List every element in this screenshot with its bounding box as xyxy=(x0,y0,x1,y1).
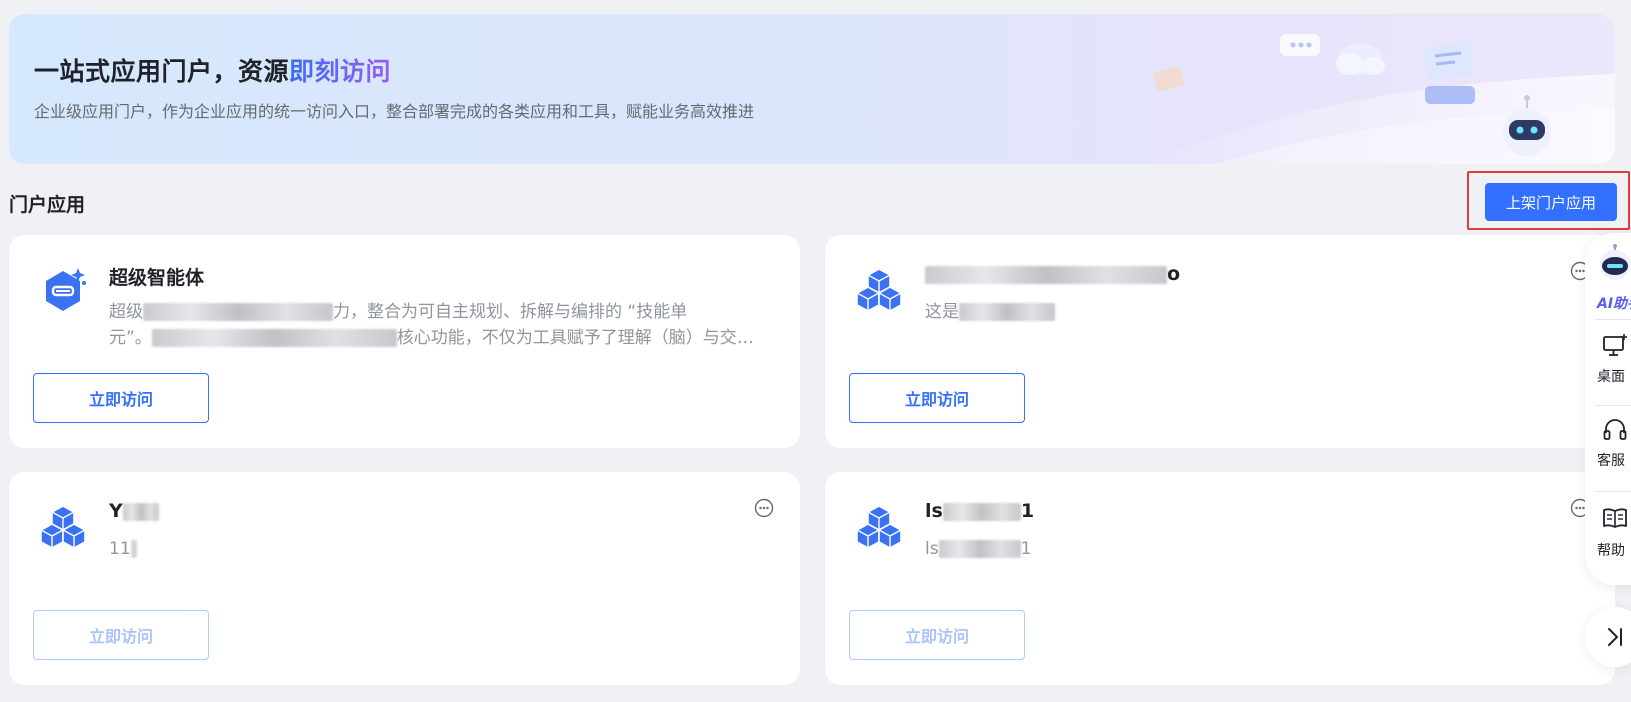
app-card: ls 1 ls 1 立即访问 xyxy=(825,472,1615,685)
redacted-text xyxy=(122,502,159,521)
cubes-icon xyxy=(856,268,902,312)
desktop-label: 桌面 xyxy=(1597,369,1625,385)
redacted-text xyxy=(938,540,1021,558)
app-description: 11 xyxy=(109,536,769,562)
redacted-text xyxy=(151,329,397,347)
section-title: 门户应用 xyxy=(9,194,86,216)
floating-tool-panel: AI助手 桌面 客服 帮助 xyxy=(1585,233,1631,585)
collapse-right-icon xyxy=(1608,628,1622,646)
desktop-icon xyxy=(1603,334,1627,356)
banner-illustration xyxy=(1135,34,1615,164)
app-description: ls 1 xyxy=(925,539,1032,559)
ai-assistant-button[interactable]: AI助手 xyxy=(1585,233,1631,318)
publish-highlight-box: 上架门户应用 xyxy=(1467,171,1630,230)
headset-icon xyxy=(1603,419,1627,440)
app-name: 超级智能体 xyxy=(109,267,205,289)
redacted-text xyxy=(130,540,137,558)
banner-subtitle: 企业级应用门户，作为企业应用的统一访问入口，整合部署完成的各类应用和工具，赋能业… xyxy=(34,102,755,121)
help-label: 帮助 xyxy=(1597,543,1625,559)
divider xyxy=(1595,491,1631,492)
robot-icon xyxy=(1600,244,1630,280)
visit-button[interactable]: 立即访问 xyxy=(849,610,1025,660)
app-description: 超级 力，整合为可自主规划、拆解与编排的 “技能单 元”。 核心功能，不仅为工具赋予了… xyxy=(109,302,737,348)
cubes-icon xyxy=(856,505,902,549)
hero-banner: 一站式应用门户，资源即刻访问 企业级应用门户，作为企业应用的统一访问入口，整合部… xyxy=(9,14,1615,164)
customer-service-label: 客服 xyxy=(1597,453,1625,469)
desktop-button[interactable]: 桌面 xyxy=(1585,321,1631,403)
visit-button[interactable]: 立即访问 xyxy=(33,610,209,660)
visit-button[interactable]: 立即访问 xyxy=(33,373,209,423)
cubes-icon xyxy=(40,505,86,549)
app-name: Y xyxy=(109,500,159,522)
redacted-text xyxy=(925,265,1167,284)
app-card: o 这是 立即访问 xyxy=(825,235,1615,448)
publish-portal-app-button[interactable]: 上架门户应用 xyxy=(1485,183,1617,221)
ai-assistant-label: AI助手 xyxy=(1597,296,1631,312)
app-name: o xyxy=(925,263,1180,285)
app-card-super-agent: 超级智能体 超级 力，整合为可自主规划、拆解与编排的 “技能单 元”。 核心功能，不仅… xyxy=(9,235,800,448)
app-description: 这是 xyxy=(925,299,1585,325)
divider xyxy=(1595,319,1631,320)
visit-button[interactable]: 立即访问 xyxy=(849,373,1025,423)
app-name: ls 1 xyxy=(925,500,1035,522)
app-card: Y 11 立即访问 xyxy=(9,472,800,685)
customer-service-button[interactable]: 客服 xyxy=(1585,407,1631,489)
redacted-text xyxy=(143,303,333,321)
book-icon xyxy=(1603,508,1627,528)
redacted-text xyxy=(942,502,1021,521)
redacted-text xyxy=(959,303,1055,321)
more-options-icon[interactable] xyxy=(754,498,774,518)
divider xyxy=(1595,405,1631,406)
help-button[interactable]: 帮助 xyxy=(1585,493,1631,583)
banner-title: 一站式应用门户，资源即刻访问 xyxy=(34,57,392,86)
super-agent-icon xyxy=(46,268,86,311)
